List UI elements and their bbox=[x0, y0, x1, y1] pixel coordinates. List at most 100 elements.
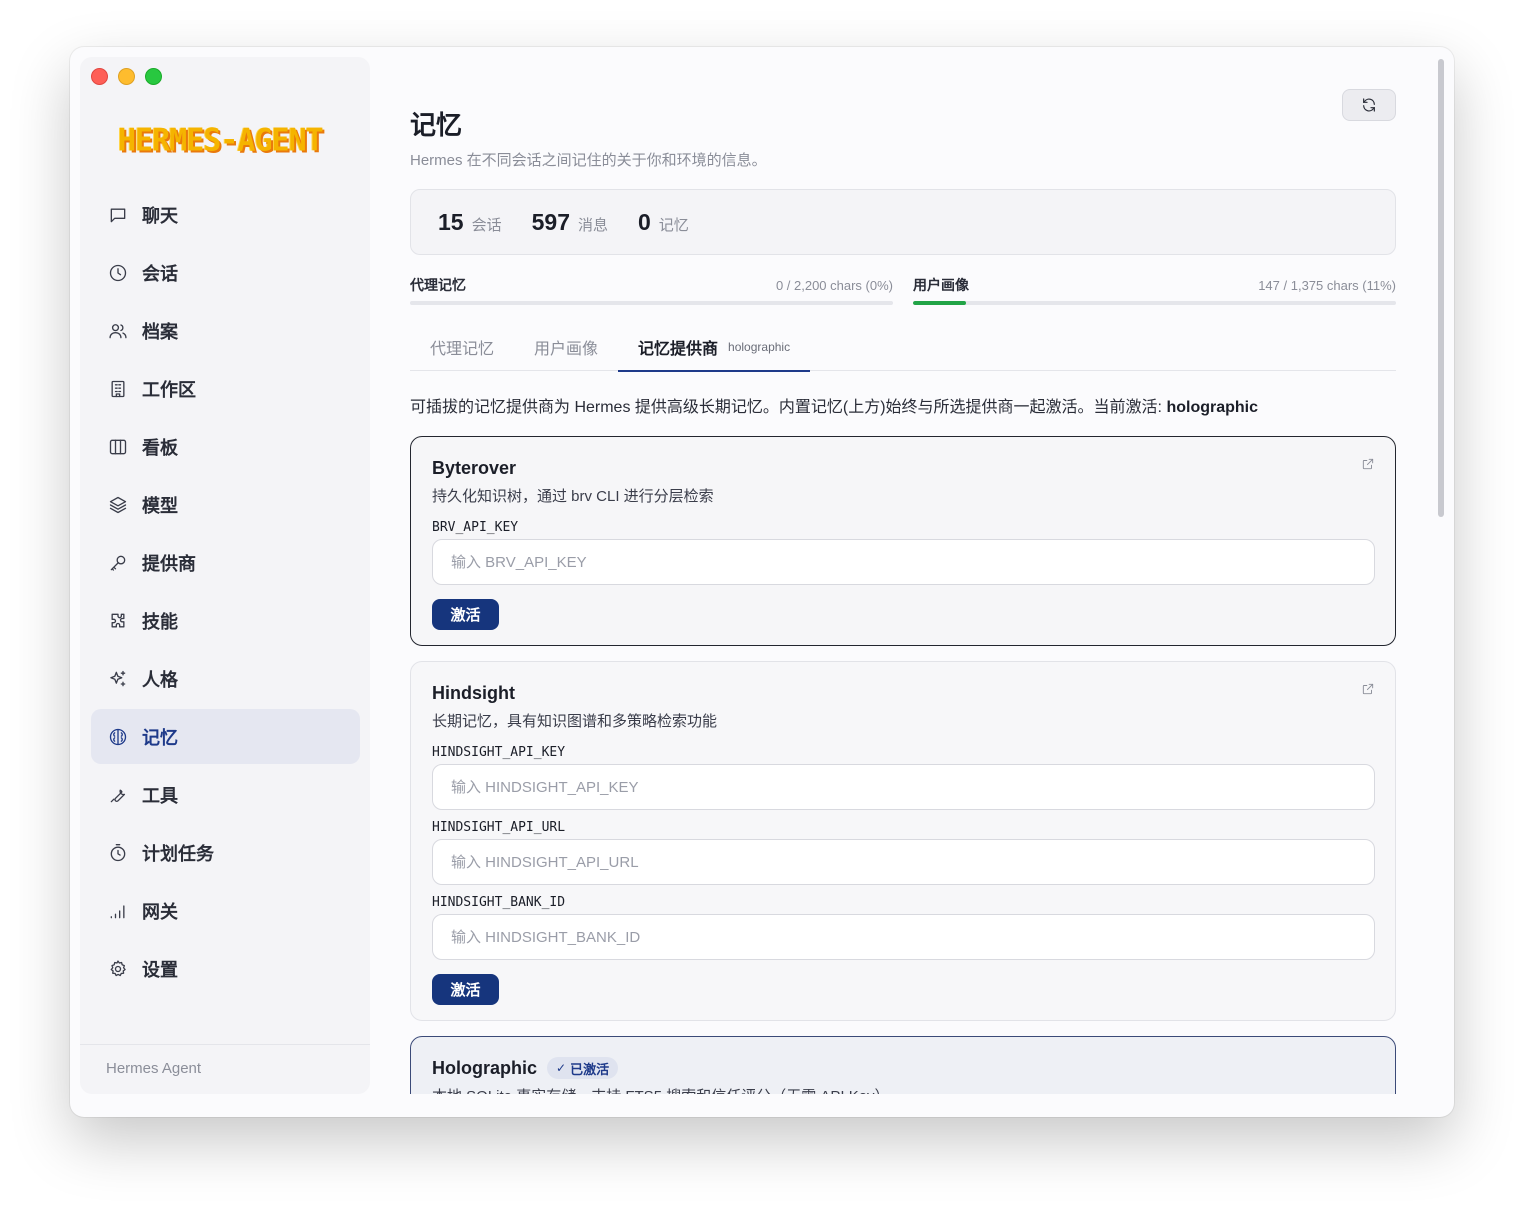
page-subtitle: Hermes 在不同会话之间记住的关于你和环境的信息。 bbox=[410, 152, 767, 169]
signal-icon bbox=[108, 901, 128, 921]
activate-byterover-button[interactable]: 激活 bbox=[432, 599, 499, 630]
provider-card-byterover: Byterover 持久化知识树，通过 brv CLI 进行分层检索 BRV_A… bbox=[410, 436, 1396, 646]
sidebar-item-tools[interactable]: 工具 bbox=[91, 767, 360, 822]
provider-title: Holographic bbox=[432, 1057, 538, 1078]
minimize-window-button[interactable] bbox=[118, 68, 135, 85]
quota-fill bbox=[913, 301, 967, 305]
brain-icon bbox=[108, 727, 128, 747]
sparkles-icon bbox=[108, 669, 128, 689]
sidebar-item-label: 模型 bbox=[142, 495, 178, 516]
gear-icon bbox=[108, 959, 128, 979]
stat-value: 597 bbox=[531, 208, 570, 235]
provider-description: 持久化知识树，通过 brv CLI 进行分层检索 bbox=[432, 488, 714, 505]
sidebar-item-personas[interactable]: 人格 bbox=[91, 651, 360, 706]
stat-memories: 0 记忆 bbox=[638, 209, 689, 236]
building-icon bbox=[108, 379, 128, 399]
tab-memory-providers[interactable]: 记忆提供商 holographic bbox=[618, 323, 811, 372]
sidebar-item-label: 记忆 bbox=[142, 727, 178, 748]
sidebar-item-skills[interactable]: 技能 bbox=[91, 593, 360, 648]
hindsight-api-key-input[interactable] bbox=[432, 764, 1375, 810]
page-title: 记忆 bbox=[410, 110, 463, 140]
sidebar-item-sessions[interactable]: 会话 bbox=[91, 245, 360, 300]
wrench-icon bbox=[108, 785, 128, 805]
scrollbar[interactable] bbox=[1438, 59, 1444, 517]
external-link-icon[interactable] bbox=[1361, 682, 1377, 698]
provider-title: Hindsight bbox=[432, 682, 515, 703]
refresh-icon bbox=[1361, 97, 1377, 113]
app-window: HERMES-AGENT 聊天 会话 档案 工作区 看板 模型 提供商 技能 人… bbox=[70, 47, 1454, 1117]
chat-icon bbox=[108, 205, 128, 225]
stat-messages: 597 消息 bbox=[532, 209, 608, 236]
sidebar-item-scheduled-tasks[interactable]: 计划任务 bbox=[91, 825, 360, 880]
quota-track bbox=[913, 301, 1396, 305]
tab-label: 用户画像 bbox=[534, 341, 599, 358]
sidebar-item-label: 看板 bbox=[142, 437, 178, 458]
zoom-window-button[interactable] bbox=[145, 68, 162, 85]
sidebar-item-profiles[interactable]: 档案 bbox=[91, 303, 360, 358]
layers-icon bbox=[108, 495, 128, 515]
sidebar-item-label: 工作区 bbox=[142, 379, 196, 400]
quota-value: 147 / 1,375 chars (11%) bbox=[1258, 278, 1396, 293]
provider-title: Byterover bbox=[432, 457, 517, 478]
provider-description: 长期记忆，具有知识图谱和多策略检索功能 bbox=[432, 713, 718, 730]
sidebar-footer: Hermes Agent bbox=[80, 1044, 370, 1094]
activate-hindsight-button[interactable]: 激活 bbox=[432, 974, 499, 1005]
kanban-icon bbox=[108, 437, 128, 457]
sidebar-item-kanban[interactable]: 看板 bbox=[91, 419, 360, 474]
current-provider: holographic bbox=[1166, 399, 1259, 416]
external-link-icon[interactable] bbox=[1361, 457, 1377, 473]
tab-user-profile[interactable]: 用户画像 bbox=[514, 323, 618, 371]
sidebar-item-settings[interactable]: 设置 bbox=[91, 941, 360, 996]
main-content: 记忆 Hermes 在不同会话之间记住的关于你和环境的信息。 15 会话 597… bbox=[410, 47, 1396, 1094]
sidebar-item-label: 会话 bbox=[142, 263, 178, 284]
sidebar-item-memory[interactable]: 记忆 bbox=[91, 709, 360, 764]
badge-label: 已激活 bbox=[570, 1061, 610, 1077]
provider-description: 本地 SQLite 事实存储，支持 FTS5 搜索和信任评分（无需 API Ke… bbox=[432, 1085, 1374, 1094]
hindsight-bank-id-input[interactable] bbox=[432, 914, 1375, 960]
providers-description: 可插拔的记忆提供商为 Hermes 提供高级长期记忆。内置记忆(上方)始终与所选… bbox=[410, 393, 1258, 417]
field-label: HINDSIGHT_BANK_ID bbox=[432, 895, 566, 910]
hindsight-api-url-input[interactable] bbox=[432, 839, 1375, 885]
refresh-button[interactable] bbox=[1342, 89, 1396, 121]
description-text: 可插拔的记忆提供商为 Hermes 提供高级长期记忆。内置记忆(上方)始终与所选… bbox=[410, 399, 1167, 416]
user-profile-quota: 用户画像 147 / 1,375 chars (11%) bbox=[913, 275, 1396, 305]
tab-agent-memory[interactable]: 代理记忆 bbox=[410, 323, 514, 371]
sidebar-item-workspace[interactable]: 工作区 bbox=[91, 361, 360, 416]
stats-card: 15 会话 597 消息 0 记忆 bbox=[410, 189, 1396, 255]
stat-label: 会话 bbox=[471, 216, 502, 234]
close-window-button[interactable] bbox=[91, 68, 108, 85]
sidebar-item-chat[interactable]: 聊天 bbox=[91, 187, 360, 242]
sidebar-item-label: 网关 bbox=[142, 901, 178, 922]
sidebar-item-label: 人格 bbox=[142, 669, 178, 690]
app-logo: HERMES-AGENT bbox=[118, 121, 324, 159]
sidebar-item-providers[interactable]: 提供商 bbox=[91, 535, 360, 590]
sidebar-item-label: 计划任务 bbox=[142, 843, 214, 864]
sidebar-item-label: 技能 bbox=[142, 611, 178, 632]
timer-icon bbox=[108, 843, 128, 863]
check-icon: ✓ bbox=[556, 1061, 567, 1075]
stat-label: 消息 bbox=[577, 216, 608, 234]
agent-memory-quota: 代理记忆 0 / 2,200 chars (0%) bbox=[410, 275, 893, 305]
sidebar-item-models[interactable]: 模型 bbox=[91, 477, 360, 532]
window-controls bbox=[91, 68, 162, 85]
stat-value: 15 bbox=[438, 208, 464, 235]
key-icon bbox=[108, 553, 128, 573]
quota-label: 代理记忆 bbox=[410, 277, 466, 293]
sidebar-nav: 聊天 会话 档案 工作区 看板 模型 提供商 技能 人格 记忆 工具 计划任务 … bbox=[91, 187, 360, 999]
sidebar-item-gateway[interactable]: 网关 bbox=[91, 883, 360, 938]
quota-track bbox=[410, 301, 893, 305]
stat-sessions: 15 会话 bbox=[438, 209, 502, 236]
stat-value: 0 bbox=[638, 208, 651, 235]
field-label: BRV_API_KEY bbox=[432, 520, 519, 535]
quota-value: 0 / 2,200 chars (0%) bbox=[775, 278, 893, 293]
field-label: HINDSIGHT_API_URL bbox=[432, 820, 566, 835]
field-label: HINDSIGHT_API_KEY bbox=[432, 745, 566, 760]
users-icon bbox=[108, 321, 128, 341]
brv-api-key-input[interactable] bbox=[432, 539, 1375, 585]
memory-tabs: 代理记忆 用户画像 记忆提供商 holographic bbox=[410, 323, 1396, 372]
puzzle-icon bbox=[108, 611, 128, 631]
sidebar: HERMES-AGENT 聊天 会话 档案 工作区 看板 模型 提供商 技能 人… bbox=[80, 57, 370, 1094]
provider-card-holographic: Holographic ✓已激活 本地 SQLite 事实存储，支持 FTS5 … bbox=[410, 1036, 1396, 1094]
provider-card-hindsight: Hindsight 长期记忆，具有知识图谱和多策略检索功能 HINDSIGHT_… bbox=[410, 661, 1396, 1021]
sidebar-item-label: 聊天 bbox=[142, 205, 178, 226]
